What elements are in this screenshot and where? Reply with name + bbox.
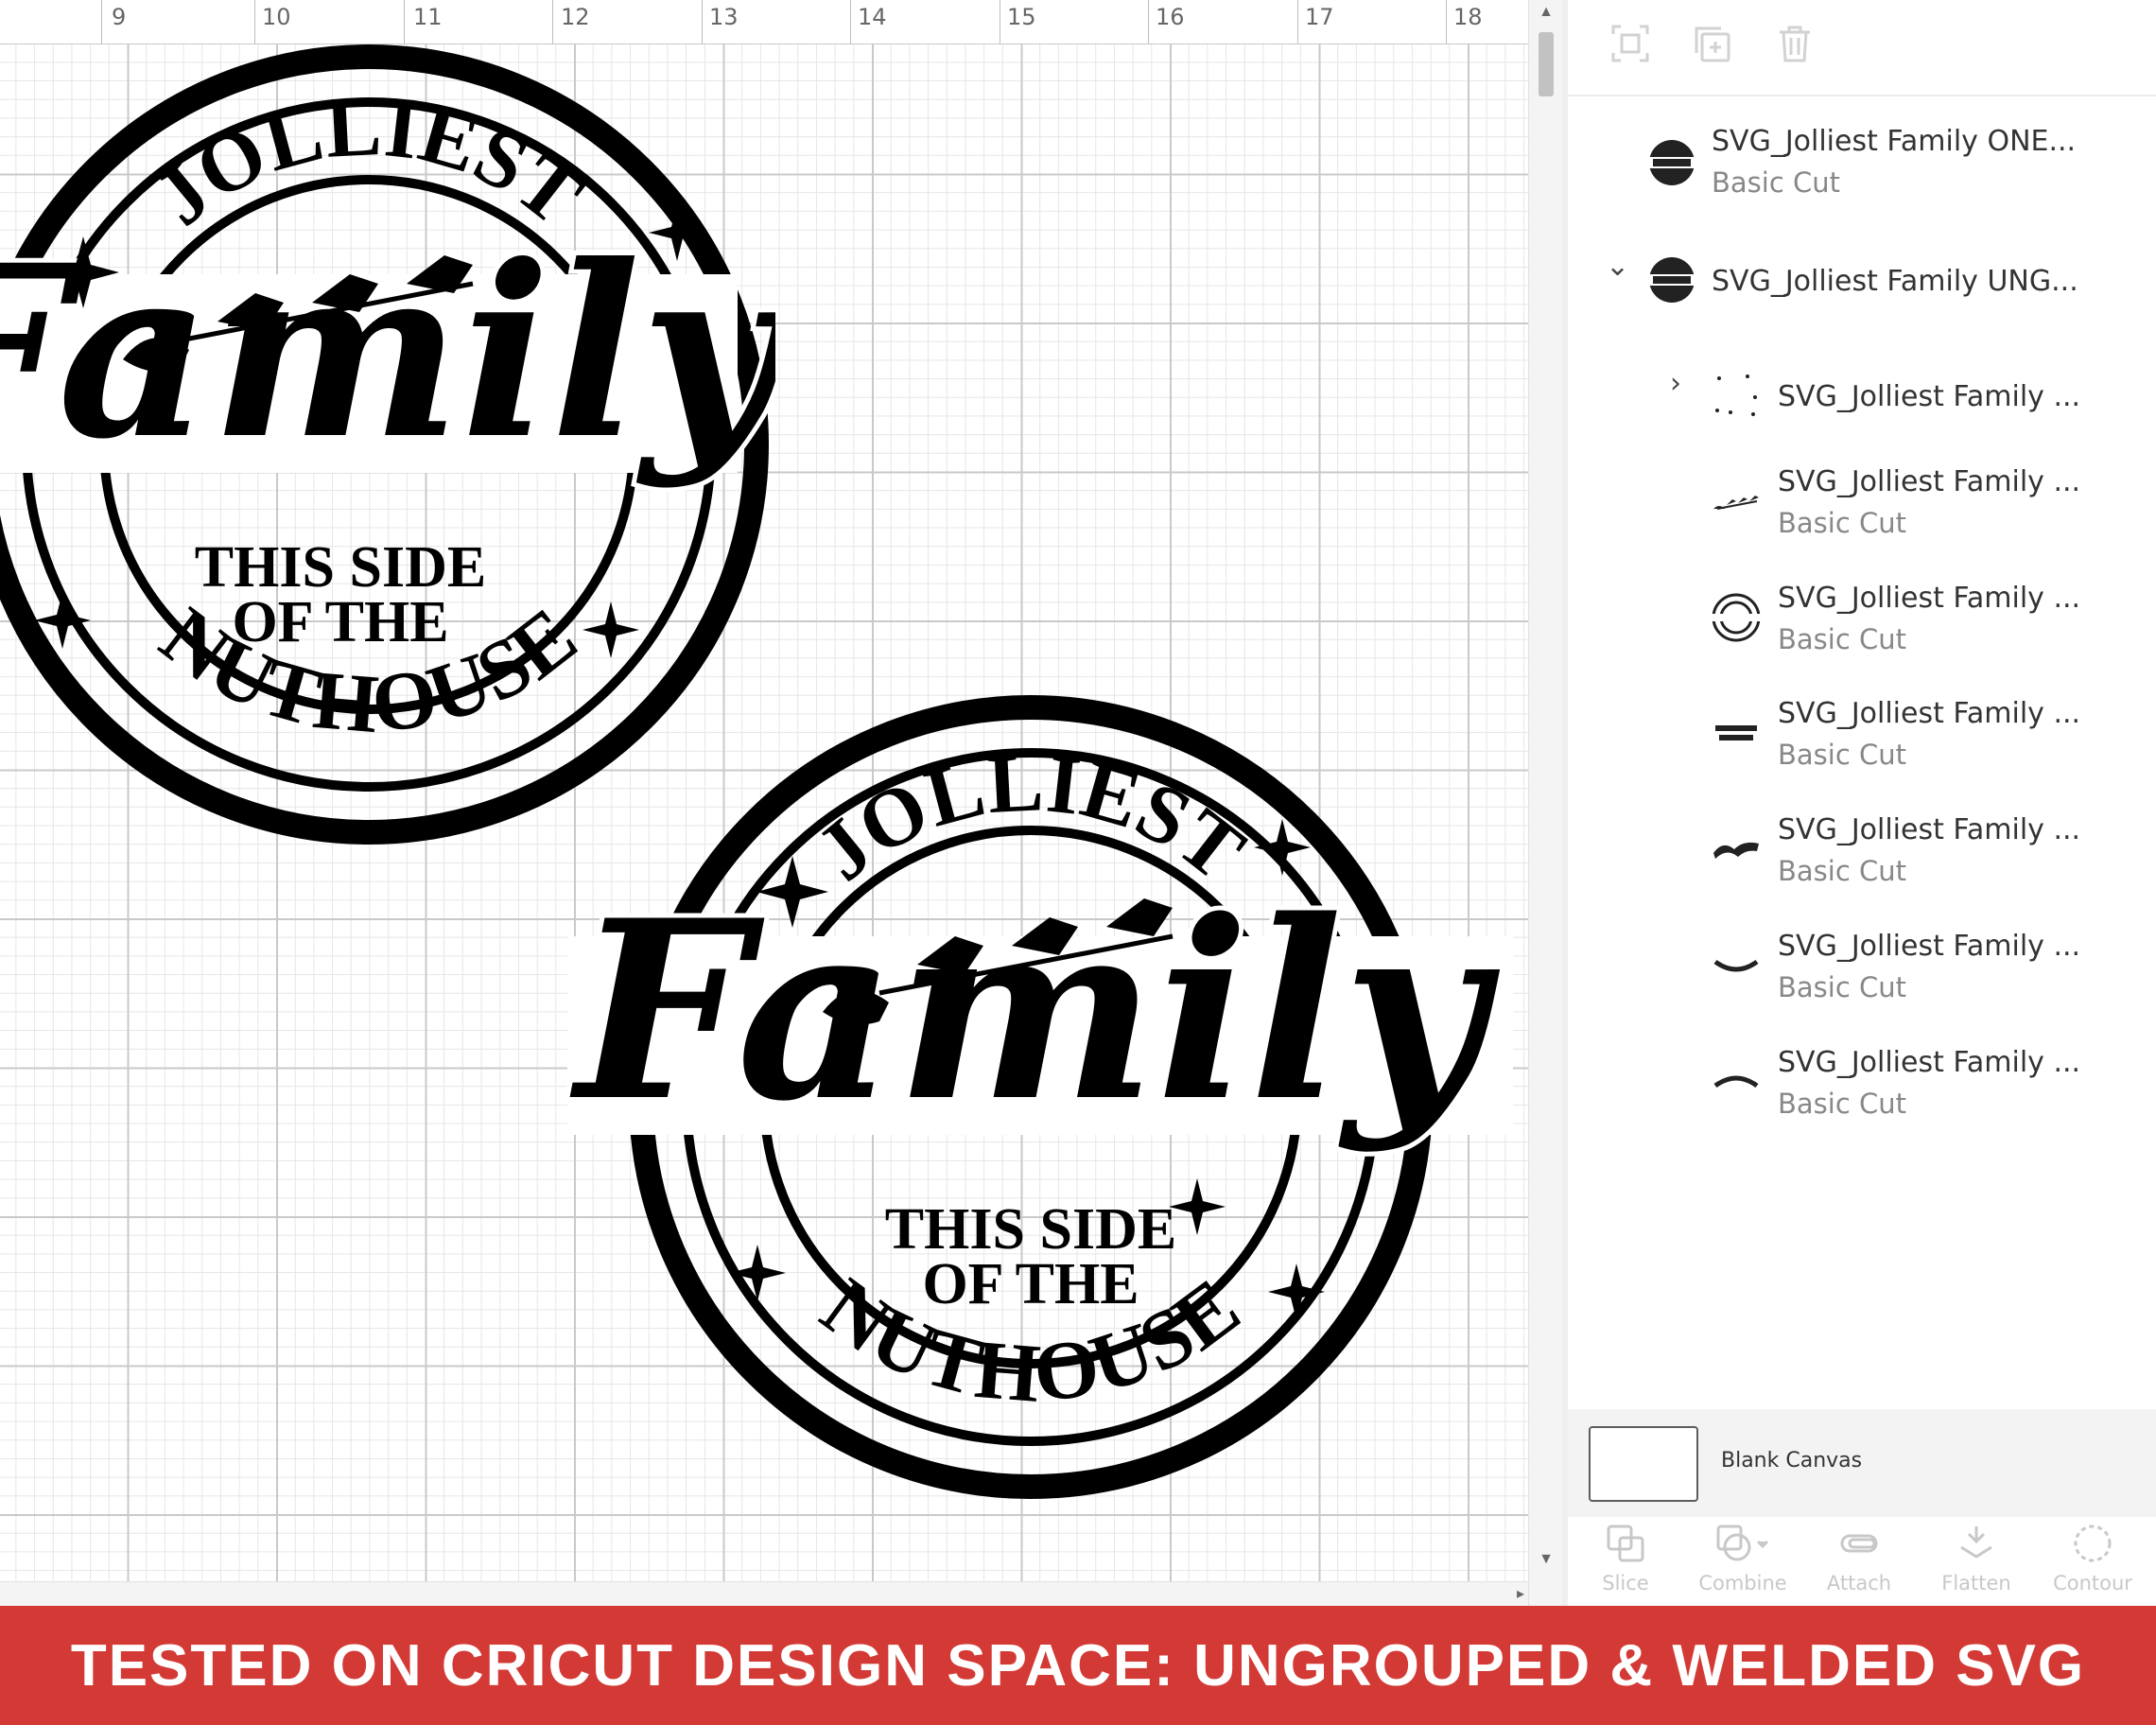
- layer-operation: Basic Cut: [1778, 507, 1906, 539]
- design-canvas[interactable]: 9 10 11 12 13 14 15 16 17 18 JOLLIEST NU…: [0, 0, 1528, 1606]
- ruler-number: 18: [1453, 4, 1483, 30]
- family-thumb-icon: [1713, 842, 1759, 859]
- ruler-number: 9: [112, 4, 127, 30]
- ruler-number: 12: [561, 4, 590, 30]
- flatten-button[interactable]: Flatten: [1924, 1523, 2028, 1594]
- slice-label: Slice: [1602, 1572, 1649, 1594]
- of-the-text: OF THE: [922, 1252, 1139, 1316]
- horizontal-scrollbar[interactable]: ▸: [0, 1581, 1528, 1606]
- scrollbar-thumb[interactable]: [1539, 32, 1554, 96]
- layer-operation: Basic Cut: [1778, 1088, 1906, 1120]
- layer-operation: Basic Cut: [1778, 739, 1906, 771]
- layer-name: SVG_Jolliest Family ...: [1778, 813, 2081, 846]
- layer-name: SVG_Jolliest Family ...: [1778, 697, 2081, 730]
- stars-thumb-icon: [1715, 375, 1757, 416]
- ruler-number: 10: [262, 4, 291, 30]
- scroll-up-icon[interactable]: ▲: [1529, 4, 1563, 21]
- ruler-number: 15: [1007, 4, 1036, 30]
- bottom-toolbar: Slice Combine Attach Flatten Contour: [1568, 1517, 2156, 1606]
- of-the-text: OF THE: [232, 590, 448, 654]
- layer-item[interactable]: › SVG_Jolliest Family ...: [1568, 352, 2156, 446]
- scroll-down-icon[interactable]: ▼: [1529, 1551, 1563, 1568]
- ruler-number: 11: [413, 4, 443, 30]
- attach-button[interactable]: Attach: [1807, 1523, 1911, 1594]
- slice-button[interactable]: Slice: [1574, 1523, 1678, 1594]
- delete-icon[interactable]: [1772, 21, 1817, 66]
- layer-operation: Basic Cut: [1712, 166, 1840, 199]
- blank-canvas-row[interactable]: Blank Canvas: [1568, 1409, 2156, 1517]
- group-icon[interactable]: [1608, 21, 1653, 66]
- contour-label: Contour: [2053, 1572, 2132, 1594]
- layer-name: SVG_Jolliest Family UNG...: [1712, 265, 2078, 298]
- scroll-right-icon[interactable]: ▸: [1517, 1584, 1524, 1603]
- layer-item[interactable]: SVG_Jolliest Family ... Basic Cut: [1568, 570, 2156, 665]
- layer-name: SVG_Jolliest Family ...: [1778, 380, 2081, 413]
- flatten-label: Flatten: [1941, 1572, 2011, 1594]
- slice-icon: [1607, 1525, 1644, 1562]
- layer-item[interactable]: SVG_Jolliest Family ... Basic Cut: [1568, 1035, 2156, 1129]
- layer-item[interactable]: SVG_Jolliest Family ... Basic Cut: [1568, 802, 2156, 897]
- contour-button[interactable]: Contour: [2041, 1523, 2145, 1594]
- ruler-number: 13: [709, 4, 739, 30]
- badge-thumb-icon: [1649, 140, 1695, 185]
- blank-canvas-label: Blank Canvas: [1721, 1449, 1863, 1472]
- layer-item[interactable]: SVG_Jolliest Family ONE... Basic Cut: [1568, 113, 2156, 208]
- contour-icon: [2074, 1525, 2112, 1562]
- ruler-number: 17: [1305, 4, 1334, 30]
- layers-toolbar: [1568, 0, 2156, 96]
- rings-thumb-icon: [1710, 593, 1763, 642]
- ruler-number: 14: [858, 4, 887, 30]
- layer-name: SVG_Jolliest Family ...: [1778, 582, 2081, 615]
- flatten-icon: [1960, 1526, 1992, 1559]
- combine-button[interactable]: Combine: [1691, 1523, 1795, 1594]
- layer-item[interactable]: SVG_Jolliest Family ... Basic Cut: [1568, 918, 2156, 1013]
- promo-banner: TESTED ON CRICUT DESIGN SPACE: UNGROUPED…: [0, 1606, 2156, 1725]
- layer-name: SVG_Jolliest Family ...: [1778, 465, 2081, 498]
- jolliest-thumb-icon: [1713, 1075, 1759, 1089]
- chevron-down-icon[interactable]: ⌄: [1606, 250, 1629, 283]
- this-side-thumb-icon: [1715, 725, 1757, 741]
- layer-name: SVG_Jolliest Family ONE...: [1712, 125, 2077, 158]
- layer-item[interactable]: SVG_Jolliest Family ... Basic Cut: [1568, 454, 2156, 549]
- combine-label: Combine: [1698, 1572, 1787, 1594]
- layer-item[interactable]: ⌄ SVG_Jolliest Family UNG...: [1568, 236, 2156, 331]
- layer-operation: Basic Cut: [1778, 623, 1906, 655]
- attach-icon: [1840, 1534, 1878, 1553]
- layer-operation: Basic Cut: [1778, 971, 1906, 1003]
- ruler-number: 16: [1156, 4, 1185, 30]
- banner-text: TESTED ON CRICUT DESIGN SPACE: UNGROUPED…: [70, 1632, 2086, 1699]
- layer-item[interactable]: SVG_Jolliest Family ... Basic Cut: [1568, 686, 2156, 780]
- layer-operation: Basic Cut: [1778, 855, 1906, 887]
- family-script-text: Family: [568, 867, 1501, 1156]
- layer-name: SVG_Jolliest Family ...: [1778, 930, 2081, 963]
- layer-name: SVG_Jolliest Family ...: [1778, 1046, 2081, 1079]
- blank-canvas-swatch[interactable]: [1589, 1426, 1698, 1502]
- chevron-right-icon[interactable]: ›: [1670, 367, 1681, 400]
- combine-icon: [1716, 1525, 1769, 1561]
- reindeer-thumb-icon: [1713, 496, 1759, 510]
- vertical-scrollbar[interactable]: ▲ ▼: [1528, 0, 1563, 1606]
- duplicate-icon[interactable]: [1689, 21, 1734, 66]
- nuthouse-thumb-icon: [1713, 959, 1759, 972]
- badge-thumb-icon: [1649, 257, 1695, 303]
- family-script-text: Family: [0, 213, 775, 491]
- design-badge-right[interactable]: JOLLIEST NUTHOUSE Family THIS SIDE OF TH…: [548, 681, 1528, 1523]
- layers-panel: SVG_Jolliest Family ONE... Basic Cut ⌄ S…: [1562, 0, 2156, 1606]
- attach-label: Attach: [1826, 1572, 1892, 1594]
